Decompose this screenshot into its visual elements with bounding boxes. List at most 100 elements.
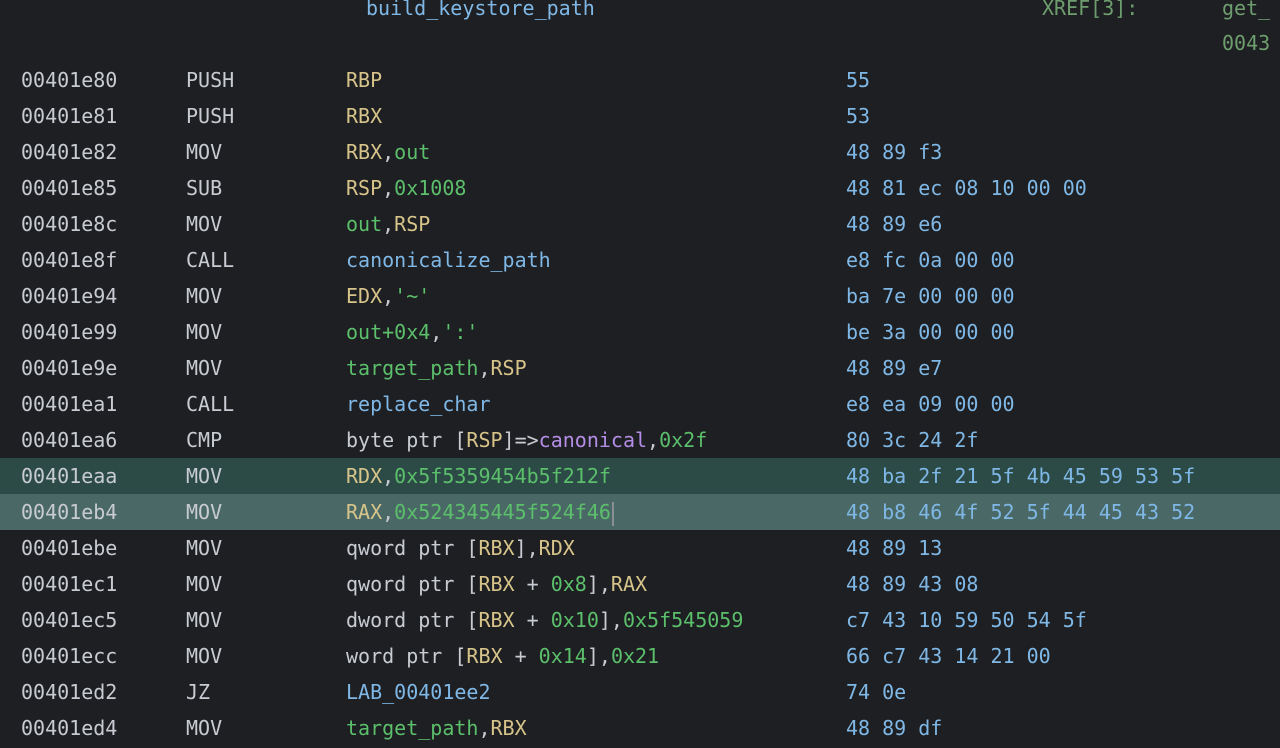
field-reference[interactable]: canonical [539,428,647,452]
variable-operand[interactable]: target_path [346,716,478,740]
listing-row[interactable]: 00401ea6 CMP byte ptr [RSP]=>canonical,0x2… [0,422,1280,458]
instruction-mnemonic[interactable]: MOV [186,206,222,242]
register-operand[interactable]: RBX [478,572,514,596]
instruction-bytes[interactable]: 48 89 43 08 [846,566,978,602]
constant-operand[interactable]: 0x14 [539,644,587,668]
instruction-address[interactable]: 00401ed4 [21,710,117,746]
register-operand[interactable]: RBX [346,104,382,128]
instruction-mnemonic[interactable]: PUSH [186,98,234,134]
register-operand[interactable]: RBP [346,68,382,92]
instruction-bytes[interactable]: e8 fc 0a 00 00 [846,242,1015,278]
listing-row[interactable]: 00401ebe MOV qword ptr [RBX],RDX 48 89 13 [0,530,1280,566]
instruction-address[interactable]: 00401e8f [21,242,117,278]
register-operand[interactable]: RBX [478,536,514,560]
instruction-bytes[interactable]: 48 89 f3 [846,134,942,170]
instruction-address[interactable]: 00401ecc [21,638,117,674]
instruction-mnemonic[interactable]: CMP [186,422,222,458]
listing-row[interactable]: 00401eb4 MOV RAX,0x524345445f524f46 48 b8 4… [0,494,1280,530]
instruction-bytes[interactable]: c7 43 10 59 50 54 5f [846,602,1087,638]
instruction-address[interactable]: 00401ea1 [21,386,117,422]
register-operand[interactable]: RAX [611,572,647,596]
instruction-bytes[interactable]: 48 b8 46 4f 52 5f 44 45 43 52 [846,494,1195,530]
register-operand[interactable]: RBX [491,716,527,740]
register-operand[interactable]: RSP [394,212,430,236]
listing-row[interactable]: 00401ec5 MOV dword ptr [RBX + 0x10],0x5f54… [0,602,1280,638]
function-name-label[interactable]: build_keystore_path [366,0,595,20]
instruction-mnemonic[interactable]: PUSH [186,62,234,98]
variable-operand[interactable]: out+0x4 [346,320,430,344]
register-operand[interactable]: RBX [466,644,502,668]
instruction-mnemonic[interactable]: MOV [186,314,222,350]
register-operand[interactable]: RSP [346,176,382,200]
xref-reference[interactable]: 0043 [1222,31,1270,55]
constant-operand[interactable]: 0x8 [551,572,587,596]
instruction-bytes[interactable]: 66 c7 43 14 21 00 [846,638,1051,674]
instruction-bytes[interactable]: 74 0e [846,674,906,710]
constant-operand[interactable]: 0x5f5359454b5f212f [394,464,611,488]
instruction-address[interactable]: 00401e80 [21,62,117,98]
instruction-bytes[interactable]: be 3a 00 00 00 [846,314,1015,350]
variable-operand[interactable]: target_path [346,356,478,380]
instruction-bytes[interactable]: 48 89 e7 [846,350,942,386]
instruction-address[interactable]: 00401e9e [21,350,117,386]
register-operand[interactable]: RSP [491,356,527,380]
instruction-mnemonic[interactable]: CALL [186,242,234,278]
instruction-address[interactable]: 00401ed2 [21,674,117,710]
register-operand[interactable]: RDX [346,464,382,488]
instruction-bytes[interactable]: 53 [846,98,870,134]
instruction-address[interactable]: 00401eb4 [21,494,117,530]
listing-row[interactable]: 00401e82 MOV RBX,out 48 89 f3 [0,134,1280,170]
function-reference[interactable]: replace_char [346,392,491,416]
variable-operand[interactable]: out [346,212,382,236]
instruction-address[interactable]: 00401ebe [21,530,117,566]
instruction-address[interactable]: 00401eaa [21,458,117,494]
instruction-mnemonic[interactable]: MOV [186,278,222,314]
register-operand[interactable]: RAX [346,500,382,524]
constant-operand[interactable]: 0x524345445f524f46 [394,500,611,524]
register-operand[interactable]: RDX [539,536,575,560]
listing-row[interactable]: 00401ea1 CALL replace_char e8 ea 09 00 00 [0,386,1280,422]
register-operand[interactable]: RBX [346,140,382,164]
instruction-address[interactable]: 00401e85 [21,170,117,206]
instruction-mnemonic[interactable]: MOV [186,710,222,746]
instruction-bytes[interactable]: 48 89 e6 [846,206,942,242]
listing-row[interactable]: 00401e99 MOV out+0x4,':' be 3a 00 00 00 [0,314,1280,350]
instruction-address[interactable]: 00401ea6 [21,422,117,458]
instruction-address[interactable]: 00401ec5 [21,602,117,638]
listing-row[interactable]: 00401e81 PUSH RBX 53 [0,98,1280,134]
constant-operand[interactable]: 0x21 [611,644,659,668]
instruction-mnemonic[interactable]: MOV [186,494,222,530]
constant-operand[interactable]: 0x2f [659,428,707,452]
instruction-mnemonic[interactable]: MOV [186,602,222,638]
instruction-bytes[interactable]: 48 89 df [846,710,942,746]
instruction-mnemonic[interactable]: MOV [186,566,222,602]
instruction-bytes[interactable]: 80 3c 24 2f [846,422,978,458]
listing-row[interactable]: 00401ec1 MOV qword ptr [RBX + 0x8],RAX 48 8… [0,566,1280,602]
instruction-address[interactable]: 00401e94 [21,278,117,314]
instruction-address[interactable]: 00401ec1 [21,566,117,602]
instruction-bytes[interactable]: 48 81 ec 08 10 00 00 [846,170,1087,206]
instruction-mnemonic[interactable]: SUB [186,170,222,206]
instruction-mnemonic[interactable]: CALL [186,386,234,422]
constant-operand[interactable]: 0x1008 [394,176,466,200]
instruction-bytes[interactable]: 48 89 13 [846,530,942,566]
listing-row[interactable]: 00401e9e MOV target_path,RSP 48 89 e7 [0,350,1280,386]
constant-operand[interactable]: ':' [442,320,478,344]
listing-row[interactable]: 00401e85 SUB RSP,0x1008 48 81 ec 08 10 00 0… [0,170,1280,206]
instruction-address[interactable]: 00401e81 [21,98,117,134]
instruction-mnemonic[interactable]: MOV [186,350,222,386]
listing-row[interactable]: 00401e8c MOV out,RSP 48 89 e6 [0,206,1280,242]
instruction-address[interactable]: 00401e99 [21,314,117,350]
listing-row[interactable]: 00401eaa MOV RDX,0x5f5359454b5f212f 48 ba 2… [0,458,1280,494]
xref-reference[interactable]: get_ [1222,0,1270,20]
register-operand[interactable]: RSP [466,428,502,452]
instruction-mnemonic[interactable]: MOV [186,458,222,494]
register-operand[interactable]: RBX [478,608,514,632]
constant-operand[interactable]: 0x10 [551,608,599,632]
instruction-bytes[interactable]: e8 ea 09 00 00 [846,386,1015,422]
instruction-address[interactable]: 00401e8c [21,206,117,242]
listing-row[interactable]: 00401e80 PUSH RBP 55 [0,62,1280,98]
instruction-bytes[interactable]: 55 [846,62,870,98]
instruction-mnemonic[interactable]: JZ [186,674,210,710]
listing-row[interactable]: 00401ed4 MOV target_path,RBX 48 89 df [0,710,1280,746]
